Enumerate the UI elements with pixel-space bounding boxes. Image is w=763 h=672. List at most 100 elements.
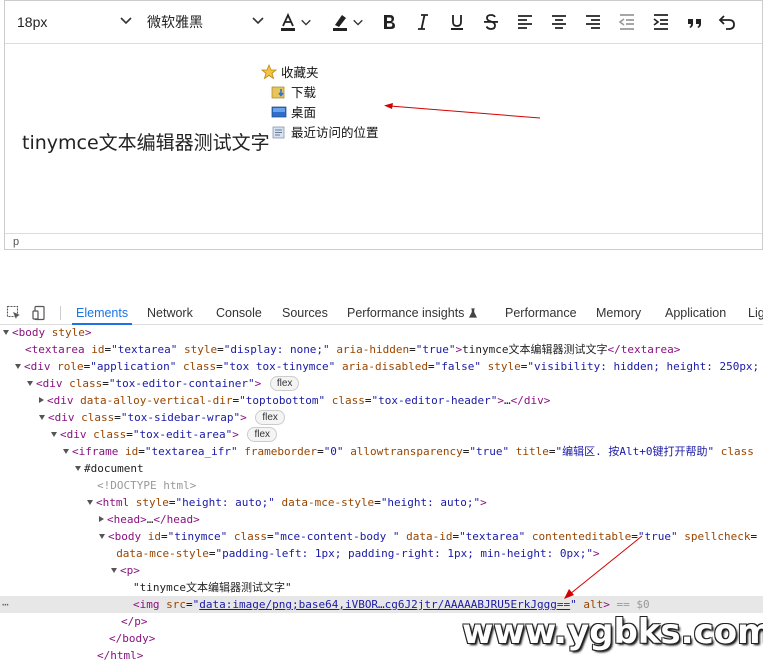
flask-icon — [468, 308, 477, 318]
dom-node[interactable]: <!DOCTYPE html> — [0, 477, 763, 494]
dom-node-content: "tinymce文本编辑器测试文字" — [133, 581, 292, 594]
align-center-button[interactable] — [543, 7, 575, 37]
tab-memory[interactable]: Memory — [596, 302, 641, 324]
dom-node[interactable]: #document — [0, 460, 763, 477]
tab-sources[interactable]: Sources — [282, 302, 328, 324]
dom-node[interactable]: <div class="tox-edit-area"> flex — [0, 426, 763, 443]
tab-performance-insights[interactable]: Performance insights — [347, 302, 478, 324]
dom-node[interactable]: <html style="height: auto;" data-mce-sty… — [0, 494, 763, 511]
editor-text[interactable]: tinymce文本编辑器测试文字 — [22, 128, 270, 155]
blockquote-button[interactable] — [679, 7, 711, 37]
highlight-icon — [333, 15, 347, 31]
expand-toggle-icon[interactable] — [75, 466, 81, 471]
chevron-down-icon — [353, 19, 363, 26]
expand-toggle-icon[interactable] — [63, 449, 69, 454]
dom-node[interactable]: <div class="tox-sidebar-wrap"> flex — [0, 409, 763, 426]
tinymce-editor: 18px 微软雅黑 收藏夹 下载 桌面 最近访问的位置 tinymce文本编辑器… — [4, 0, 763, 250]
dom-node-content: </p> — [121, 615, 148, 628]
devtools-tabbar: Elements Network Console Sources Perform… — [0, 302, 763, 325]
dom-node-content: <!DOCTYPE html> — [97, 479, 197, 492]
download-folder-icon — [271, 86, 285, 98]
tab-elements[interactable]: Elements — [71, 302, 133, 325]
dom-node-selected[interactable]: <img src="data:image/png;base64,iVBOR…cg… — [0, 596, 763, 613]
pasted-image[interactable]: 收藏夹 下载 桌面 最近访问的位置 — [261, 61, 381, 143]
indent-button[interactable] — [645, 7, 677, 37]
dom-node[interactable]: <div class="tox-editor-container"> flex — [0, 375, 763, 392]
recent-places-icon — [272, 126, 285, 138]
bold-button[interactable] — [373, 7, 405, 37]
dom-node[interactable]: <div data-alloy-vertical-dir="toptobotto… — [0, 392, 763, 409]
tab-application[interactable]: Application — [665, 302, 726, 324]
chevron-down-icon — [120, 17, 132, 25]
dom-node-content: </body> — [109, 632, 156, 645]
expand-toggle-icon[interactable] — [111, 568, 117, 573]
dom-node-content: #document — [75, 460, 144, 477]
highlight-color-button[interactable] — [323, 7, 371, 37]
expand-toggle-icon[interactable] — [39, 415, 45, 420]
align-left-button[interactable] — [509, 7, 541, 37]
desktop-icon — [271, 106, 287, 117]
desktop-item: 桌面 — [271, 102, 316, 121]
expand-toggle-icon[interactable] — [87, 500, 93, 505]
font-family-select[interactable]: 微软雅黑 — [147, 9, 265, 35]
watermark: www.ygbks.com — [462, 612, 763, 652]
font-size-value: 18px — [17, 14, 48, 30]
recent-places-item: 最近访问的位置 — [271, 122, 379, 141]
dom-node[interactable]: <head>…</head> — [0, 511, 763, 528]
inspect-element-icon[interactable] — [6, 305, 22, 321]
underline-button[interactable] — [441, 7, 473, 37]
dom-node[interactable]: <p> — [0, 562, 763, 579]
expand-toggle-icon[interactable] — [27, 381, 33, 386]
align-left-icon — [518, 15, 532, 29]
font-size-select[interactable]: 18px — [17, 9, 133, 35]
dom-node-content: <img src="data:image/png;base64,iVBOR…cg… — [133, 598, 650, 611]
dom-node-content: </html> — [97, 649, 144, 662]
align-right-icon — [586, 15, 600, 29]
tab-network[interactable]: Network — [147, 302, 193, 324]
dom-node[interactable]: data-mce-style="padding-left: 1px; paddi… — [0, 545, 763, 562]
dom-node[interactable]: <body style> — [0, 324, 763, 341]
underline-icon — [451, 15, 463, 30]
expand-toggle-icon[interactable] — [99, 516, 104, 522]
text-color-icon — [281, 12, 295, 31]
tab-divider — [60, 306, 61, 320]
star-icon — [261, 63, 277, 79]
dom-node-content: <div class="tox-edit-area"> flex — [51, 426, 278, 443]
strikethrough-button[interactable] — [475, 7, 507, 37]
align-right-button[interactable] — [577, 7, 609, 37]
dom-node[interactable]: "tinymce文本编辑器测试文字" — [0, 579, 763, 596]
text-color-button[interactable] — [271, 7, 319, 37]
dom-node-content: <div role="application" class="tox tox-t… — [15, 358, 759, 375]
dom-node[interactable]: <div role="application" class="tox tox-t… — [0, 358, 763, 375]
dom-node-content: <head>…</head> — [99, 511, 200, 528]
tab-console[interactable]: Console — [216, 302, 262, 324]
tab-performance[interactable]: Performance — [505, 302, 577, 324]
chevron-down-icon — [301, 19, 311, 26]
dom-node-content: <textarea id="textarea" style="display: … — [25, 343, 681, 356]
tab-lighthouse[interactable]: Lig — [748, 302, 763, 324]
expand-toggle-icon[interactable] — [51, 432, 57, 437]
editor-content-area[interactable]: 收藏夹 下载 桌面 最近访问的位置 tinymce文本编辑器测试文字 — [5, 44, 762, 234]
bold-icon — [384, 15, 395, 29]
undo-button[interactable] — [711, 7, 743, 37]
dom-node-content: data-mce-style="padding-left: 1px; paddi… — [116, 547, 600, 560]
expand-toggle-icon[interactable] — [15, 364, 21, 369]
dom-node-content: <div data-alloy-vertical-dir="toptobotto… — [39, 392, 550, 409]
expand-toggle-icon[interactable] — [99, 534, 105, 539]
indent-icon — [653, 14, 668, 30]
expand-toggle-icon[interactable] — [3, 330, 9, 335]
italic-button[interactable] — [407, 7, 439, 37]
outdent-button[interactable] — [611, 7, 643, 37]
dom-node-content: <html style="height: auto;" data-mce-sty… — [87, 494, 487, 511]
device-toolbar-icon[interactable] — [32, 305, 48, 321]
element-path[interactable]: p — [13, 236, 19, 248]
dom-node[interactable]: <iframe id="textarea_ifr" frameborder="0… — [0, 443, 763, 460]
editor-statusbar: p — [5, 233, 762, 249]
more-options-icon[interactable]: ⋯ — [2, 596, 9, 613]
dom-node[interactable]: <textarea id="textarea" style="display: … — [0, 341, 763, 358]
dom-node-content: <div class="tox-editor-container"> flex — [27, 375, 300, 392]
expand-toggle-icon[interactable] — [39, 397, 44, 403]
dom-node[interactable]: <body id="tinymce" class="mce-content-bo… — [0, 528, 763, 545]
dom-node-content: <iframe id="textarea_ifr" frameborder="0… — [63, 443, 754, 460]
dom-node-content: <body style> — [3, 324, 92, 341]
